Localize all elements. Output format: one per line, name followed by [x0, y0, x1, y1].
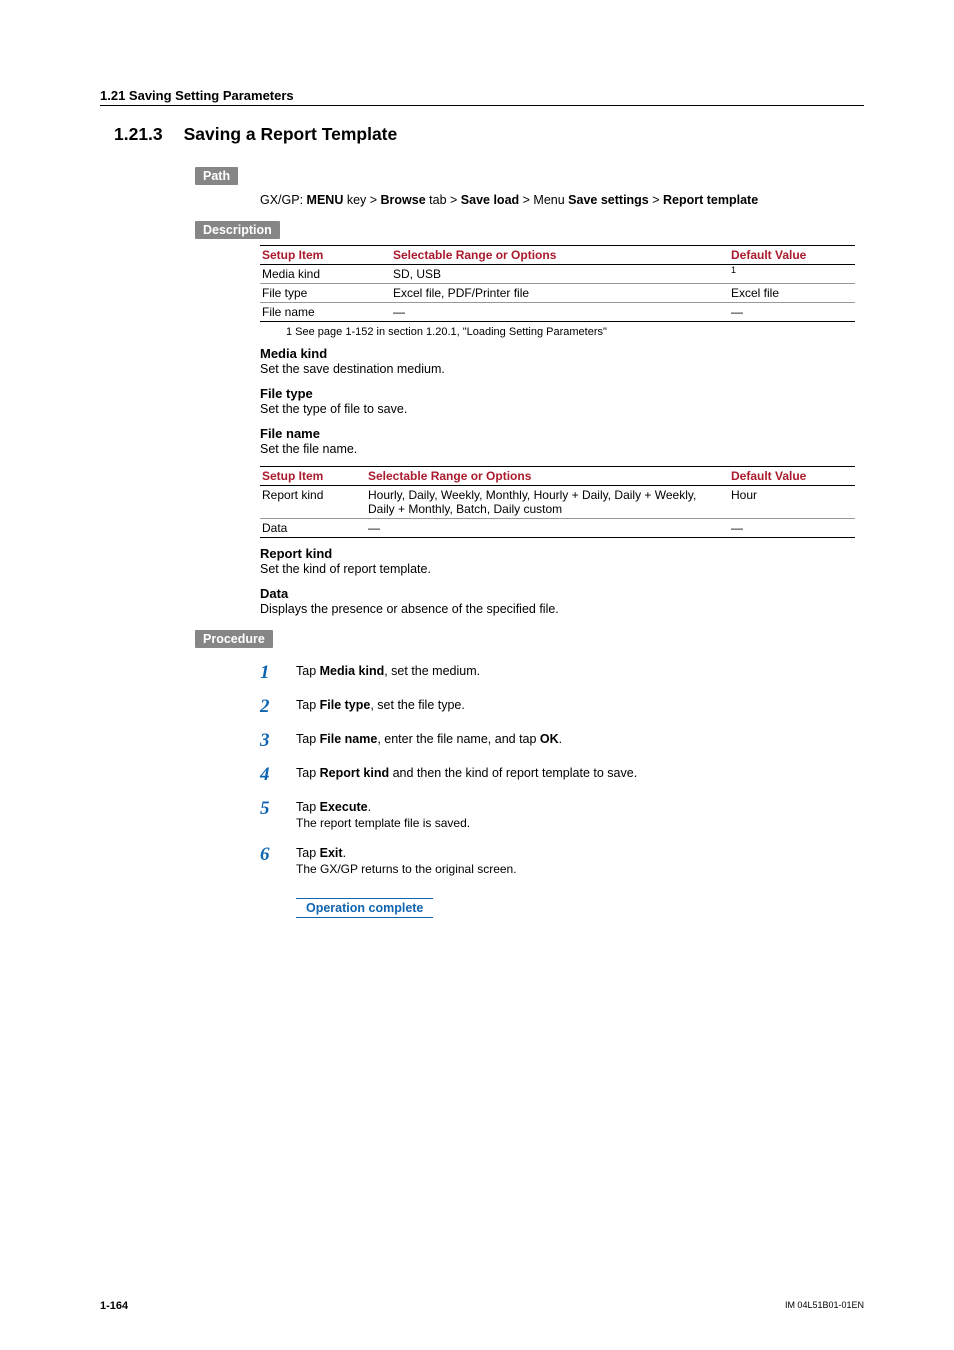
step-pre: Tap	[296, 732, 320, 746]
cell: File type	[260, 284, 391, 303]
cell: ―	[729, 303, 855, 322]
section-heading: Saving a Report Template	[184, 124, 398, 144]
cell: 1	[729, 265, 855, 284]
procedure-step: 1 Tap Media kind, set the medium.	[260, 662, 864, 682]
step-post: .	[368, 800, 371, 814]
section-number: 1.21.3	[114, 124, 180, 145]
step-number: 6	[260, 844, 296, 864]
procedure-step: 5 Tap Execute. The report template file …	[260, 798, 864, 830]
step-key: Media kind	[320, 664, 385, 678]
table-row: Data ― ―	[260, 519, 855, 538]
step-post: .	[343, 846, 346, 860]
table-row: Report kind Hourly, Daily, Weekly, Month…	[260, 486, 855, 519]
path-sep: > Menu	[519, 193, 568, 207]
procedure-list: 1 Tap Media kind, set the medium. 2 Tap …	[260, 662, 864, 918]
step-key: OK	[540, 732, 559, 746]
cell: Hour	[729, 486, 855, 519]
th-options: Selectable Range or Options	[391, 246, 729, 265]
path-seg-browse: Browse	[381, 193, 426, 207]
path-sep: key >	[343, 193, 380, 207]
cell: Excel file	[729, 284, 855, 303]
path-seg-savesettings: Save settings	[568, 193, 649, 207]
item-text: Set the file name.	[260, 442, 864, 456]
step-post: .	[559, 732, 562, 746]
procedure-step: 6 Tap Exit. The GX/GP returns to the ori…	[260, 844, 864, 876]
document-id: IM 04L51B01-01EN	[785, 1300, 864, 1312]
step-number: 2	[260, 696, 296, 716]
page-footer: 1-164 IM 04L51B01-01EN	[100, 1300, 864, 1312]
step-number: 3	[260, 730, 296, 750]
step-key: Report kind	[320, 766, 389, 780]
path-seg-reporttemplate: Report template	[663, 193, 758, 207]
cell: ―	[366, 519, 729, 538]
step-post: , set the medium.	[384, 664, 480, 678]
cell: Media kind	[260, 265, 391, 284]
step-pre: Tap	[296, 664, 320, 678]
step-number: 4	[260, 764, 296, 784]
table-row: File type Excel file, PDF/Printer file E…	[260, 284, 855, 303]
th-default: Default Value	[729, 246, 855, 265]
cell: Hourly, Daily, Weekly, Monthly, Hourly +…	[366, 486, 729, 519]
item-text: Set the save destination medium.	[260, 362, 864, 376]
step-pre: Tap	[296, 766, 320, 780]
cell: ―	[391, 303, 729, 322]
th-options: Selectable Range or Options	[366, 467, 729, 486]
item-heading: File name	[260, 426, 864, 441]
step-pre: Tap	[296, 698, 320, 712]
path-label: Path	[195, 167, 238, 185]
page-number: 1-164	[100, 1300, 128, 1312]
procedure-step: 2 Tap File type, set the file type.	[260, 696, 864, 716]
path-sep: >	[649, 193, 663, 207]
item-text: Set the type of file to save.	[260, 402, 864, 416]
cell: ―	[729, 519, 855, 538]
running-header: 1.21 Saving Setting Parameters	[100, 88, 864, 106]
cell: Excel file, PDF/Printer file	[391, 284, 729, 303]
path-breadcrumb: GX/GP: MENU key > Browse tab > Save load…	[260, 193, 864, 207]
item-heading: Data	[260, 586, 864, 601]
section-title: 1.21.3 Saving a Report Template	[114, 124, 864, 145]
description-label: Description	[195, 221, 280, 239]
item-heading: File type	[260, 386, 864, 401]
cell: SD, USB	[391, 265, 729, 284]
cell: Report kind	[260, 486, 366, 519]
step-key: Exit	[320, 846, 343, 860]
step-pre: Tap	[296, 846, 320, 860]
step-pre: Tap	[296, 800, 320, 814]
setup-table-1: Setup Item Selectable Range or Options D…	[260, 245, 855, 322]
procedure-label: Procedure	[195, 630, 273, 648]
cell: Data	[260, 519, 366, 538]
cell: File name	[260, 303, 391, 322]
procedure-step: 3 Tap File name, enter the file name, an…	[260, 730, 864, 750]
path-seg-menu: MENU	[307, 193, 344, 207]
operation-complete-badge: Operation complete	[296, 898, 433, 918]
step-key: File name	[320, 732, 378, 746]
item-heading: Media kind	[260, 346, 864, 361]
path-prefix: GX/GP:	[260, 193, 307, 207]
table-footnote: 1 See page 1-152 in section 1.20.1, "Loa…	[286, 326, 864, 338]
item-text: Set the kind of report template.	[260, 562, 864, 576]
step-number: 1	[260, 662, 296, 682]
procedure-step: 4 Tap Report kind and then the kind of r…	[260, 764, 864, 784]
footnote-ref: 1	[731, 265, 736, 275]
step-subtext: The report template file is saved.	[296, 816, 470, 830]
setup-table-2: Setup Item Selectable Range or Options D…	[260, 466, 855, 538]
item-heading: Report kind	[260, 546, 864, 561]
path-seg-saveload: Save load	[461, 193, 519, 207]
path-sep: tab >	[426, 193, 461, 207]
th-default: Default Value	[729, 467, 855, 486]
step-key: File type	[320, 698, 371, 712]
item-text: Displays the presence or absence of the …	[260, 602, 864, 616]
step-key: Execute	[320, 800, 368, 814]
table-row: Media kind SD, USB 1	[260, 265, 855, 284]
step-post: , set the file type.	[370, 698, 465, 712]
table-row: File name ― ―	[260, 303, 855, 322]
step-post: and then the kind of report template to …	[389, 766, 637, 780]
step-subtext: The GX/GP returns to the original screen…	[296, 862, 517, 876]
step-number: 5	[260, 798, 296, 818]
step-post: , enter the file name, and tap	[377, 732, 540, 746]
th-setup-item: Setup Item	[260, 467, 366, 486]
th-setup-item: Setup Item	[260, 246, 391, 265]
